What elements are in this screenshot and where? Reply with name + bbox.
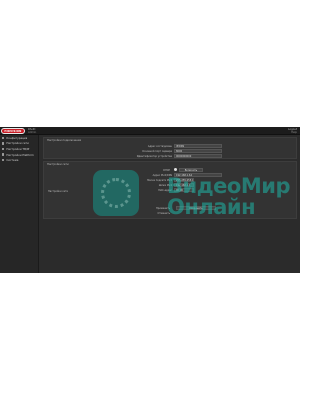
form-row: Основной порт сервера 8000 xyxy=(44,149,298,153)
sidebar-item-label: Настройки Platform xyxy=(6,152,34,157)
tv-icon xyxy=(2,147,5,151)
top-bar: HIKVISION DS-ID Admin Logout Help xyxy=(0,127,300,135)
sidebar-item-label: Конфигурация xyxy=(6,135,28,140)
sidebar-item-label: Система xyxy=(6,158,19,163)
field-label: Основной порт сервера xyxy=(142,149,172,153)
sidebar-item-label: Настройки сети xyxy=(6,141,29,146)
config-icon xyxy=(2,136,5,139)
sidebar: Конфигурация Настройки сети Настройки ТВ… xyxy=(0,135,39,273)
form-row: Адрес хоста/домен IP/DNS xyxy=(44,144,298,148)
sidebar-item-system[interactable]: Система xyxy=(0,157,38,163)
section-title: Настройки подключения xyxy=(47,139,82,142)
watermark-logo-icon xyxy=(93,170,139,216)
host-address-field[interactable]: IP/DNS xyxy=(174,144,222,148)
connection-settings-panel: Настройки подключения Адрес хоста/домен … xyxy=(43,137,297,159)
server-port-field[interactable]: 8000 xyxy=(174,149,222,153)
main-content: Настройки подключения Адрес хоста/домен … xyxy=(40,135,300,273)
field-label: Идентификатор устройства xyxy=(136,154,172,158)
sidebar-item-platform[interactable]: Настройки Platform xyxy=(0,152,38,158)
app-window: HIKVISION DS-ID Admin Logout Help Конфиг… xyxy=(0,127,300,273)
watermark-text: Онлайн xyxy=(167,195,256,219)
network-icon xyxy=(2,142,5,145)
system-icon xyxy=(2,158,5,162)
watermark: ВидеоМир Онлайн xyxy=(93,170,293,230)
logo-text: HIKVISION xyxy=(4,129,22,133)
brand-logo[interactable]: HIKVISION xyxy=(1,128,25,134)
platform-icon xyxy=(2,153,5,156)
device-id-field[interactable]: 0000000000 xyxy=(174,154,222,158)
form-row: Идентификатор устройства 0000000000 xyxy=(44,154,298,158)
help-link[interactable]: Help xyxy=(291,131,297,134)
sidebar-item-label: Настройки ТВ/IP xyxy=(6,146,30,151)
field-label: Адрес хоста/домен xyxy=(147,144,172,148)
user-name: Admin xyxy=(28,131,37,135)
section-title: Настройки сети xyxy=(47,163,69,166)
